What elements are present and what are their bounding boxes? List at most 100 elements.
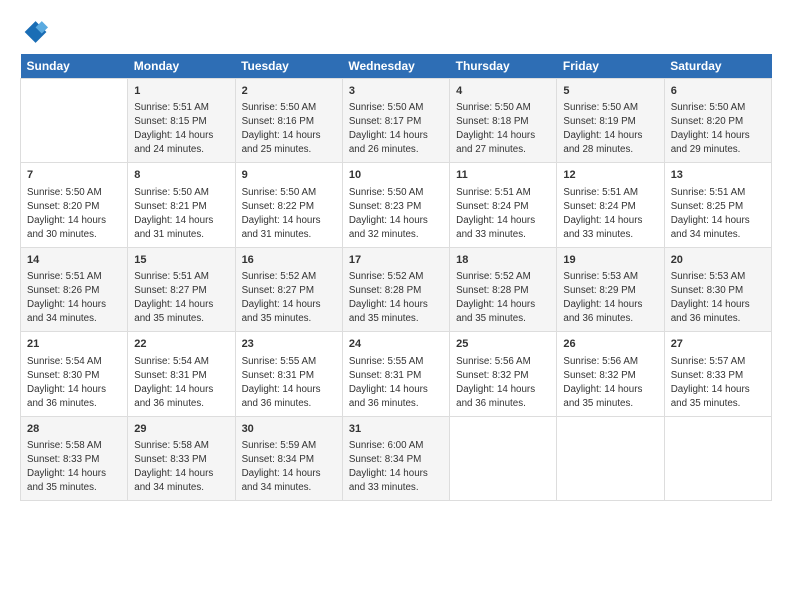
day-info: Sunrise: 5:51 AM Sunset: 8:27 PM Dayligh… bbox=[134, 271, 213, 324]
calendar-header: SundayMondayTuesdayWednesdayThursdayFrid… bbox=[21, 54, 772, 79]
day-number: 4 bbox=[456, 84, 550, 99]
day-number: 25 bbox=[456, 337, 550, 352]
calendar-cell: 31Sunrise: 6:00 AM Sunset: 8:34 PM Dayli… bbox=[342, 416, 449, 500]
calendar-cell: 30Sunrise: 5:59 AM Sunset: 8:34 PM Dayli… bbox=[235, 416, 342, 500]
day-info: Sunrise: 5:51 AM Sunset: 8:15 PM Dayligh… bbox=[134, 102, 213, 155]
calendar-cell: 3 Sunrise: 5:50 AM Sunset: 8:17 PM Daylig… bbox=[342, 79, 449, 163]
day-info: Sunrise: 5:50 AM Sunset: 8:22 PM Dayligh… bbox=[242, 187, 321, 240]
calendar-cell: 8Sunrise: 5:50 AM Sunset: 8:21 PM Daylig… bbox=[128, 163, 235, 247]
page: SundayMondayTuesdayWednesdayThursdayFrid… bbox=[0, 0, 792, 612]
logo-icon bbox=[20, 18, 48, 46]
weekday-header-wednesday: Wednesday bbox=[342, 54, 449, 79]
day-info: Sunrise: 5:53 AM Sunset: 8:29 PM Dayligh… bbox=[563, 271, 642, 324]
day-number: 11 bbox=[456, 168, 550, 183]
day-info: Sunrise: 5:51 AM Sunset: 8:26 PM Dayligh… bbox=[27, 271, 106, 324]
day-number: 3 bbox=[349, 84, 443, 99]
calendar-cell: 11 Sunrise: 5:51 AM Sunset: 8:24 PM Dayli… bbox=[450, 163, 557, 247]
day-number: 14 bbox=[27, 253, 121, 268]
calendar-cell: 21 Sunrise: 5:54 AM Sunset: 8:30 PM Dayli… bbox=[21, 332, 128, 416]
day-info: Sunrise: 5:54 AM Sunset: 8:30 PM Dayligh… bbox=[27, 356, 106, 409]
day-number: 20 bbox=[671, 253, 765, 268]
day-number: 16 bbox=[242, 253, 336, 268]
day-info: Sunrise: 5:51 AM Sunset: 8:24 PM Dayligh… bbox=[456, 187, 535, 240]
logo bbox=[20, 18, 52, 46]
day-info: Sunrise: 5:52 AM Sunset: 8:27 PM Dayligh… bbox=[242, 271, 321, 324]
day-info: Sunrise: 5:56 AM Sunset: 8:32 PM Dayligh… bbox=[456, 356, 535, 409]
day-number: 29 bbox=[134, 422, 228, 437]
day-number: 7 bbox=[27, 168, 121, 183]
day-number: 23 bbox=[242, 337, 336, 352]
calendar-cell: 14 Sunrise: 5:51 AM Sunset: 8:26 PM Dayli… bbox=[21, 247, 128, 331]
day-number: 17 bbox=[349, 253, 443, 268]
day-number: 9 bbox=[242, 168, 336, 183]
weekday-header-thursday: Thursday bbox=[450, 54, 557, 79]
day-info: Sunrise: 5:52 AM Sunset: 8:28 PM Dayligh… bbox=[456, 271, 535, 324]
calendar-week-5: 28 Sunrise: 5:58 AM Sunset: 8:33 PM Dayli… bbox=[21, 416, 772, 500]
header bbox=[20, 18, 772, 46]
day-number: 27 bbox=[671, 337, 765, 352]
day-number: 22 bbox=[134, 337, 228, 352]
calendar-cell: 10 Sunrise: 5:50 AM Sunset: 8:23 PM Dayli… bbox=[342, 163, 449, 247]
calendar-cell: 16 Sunrise: 5:52 AM Sunset: 8:27 PM Dayli… bbox=[235, 247, 342, 331]
day-info: Sunrise: 5:50 AM Sunset: 8:20 PM Dayligh… bbox=[27, 187, 106, 240]
day-info: Sunrise: 5:50 AM Sunset: 8:16 PM Dayligh… bbox=[242, 102, 321, 155]
calendar-cell: 26Sunrise: 5:56 AM Sunset: 8:32 PM Dayli… bbox=[557, 332, 664, 416]
day-info: Sunrise: 5:50 AM Sunset: 8:18 PM Dayligh… bbox=[456, 102, 535, 155]
weekday-header-saturday: Saturday bbox=[664, 54, 771, 79]
weekday-header-sunday: Sunday bbox=[21, 54, 128, 79]
calendar-cell: 7 Sunrise: 5:50 AM Sunset: 8:20 PM Daylig… bbox=[21, 163, 128, 247]
day-number: 15 bbox=[134, 253, 228, 268]
day-info: Sunrise: 5:54 AM Sunset: 8:31 PM Dayligh… bbox=[134, 356, 213, 409]
calendar-cell: 24Sunrise: 5:55 AM Sunset: 8:31 PM Dayli… bbox=[342, 332, 449, 416]
calendar-cell: 15 Sunrise: 5:51 AM Sunset: 8:27 PM Dayli… bbox=[128, 247, 235, 331]
day-number: 18 bbox=[456, 253, 550, 268]
day-number: 26 bbox=[563, 337, 657, 352]
day-number: 31 bbox=[349, 422, 443, 437]
day-info: Sunrise: 5:51 AM Sunset: 8:24 PM Dayligh… bbox=[563, 187, 642, 240]
day-number: 6 bbox=[671, 84, 765, 99]
day-info: Sunrise: 5:55 AM Sunset: 8:31 PM Dayligh… bbox=[349, 356, 428, 409]
calendar-body: 1Sunrise: 5:51 AM Sunset: 8:15 PM Daylig… bbox=[21, 79, 772, 501]
weekday-header-row: SundayMondayTuesdayWednesdayThursdayFrid… bbox=[21, 54, 772, 79]
day-number: 28 bbox=[27, 422, 121, 437]
calendar-cell bbox=[450, 416, 557, 500]
day-info: Sunrise: 5:50 AM Sunset: 8:17 PM Dayligh… bbox=[349, 102, 428, 155]
calendar-cell: 29 Sunrise: 5:58 AM Sunset: 8:33 PM Dayli… bbox=[128, 416, 235, 500]
day-info: Sunrise: 5:58 AM Sunset: 8:33 PM Dayligh… bbox=[134, 440, 213, 493]
calendar-cell: 2 Sunrise: 5:50 AM Sunset: 8:16 PM Daylig… bbox=[235, 79, 342, 163]
day-number: 8 bbox=[134, 168, 228, 183]
day-info: Sunrise: 5:58 AM Sunset: 8:33 PM Dayligh… bbox=[27, 440, 106, 493]
calendar-cell: 28 Sunrise: 5:58 AM Sunset: 8:33 PM Dayli… bbox=[21, 416, 128, 500]
day-info: Sunrise: 5:50 AM Sunset: 8:19 PM Dayligh… bbox=[563, 102, 642, 155]
day-info: Sunrise: 5:57 AM Sunset: 8:33 PM Dayligh… bbox=[671, 356, 750, 409]
weekday-header-monday: Monday bbox=[128, 54, 235, 79]
weekday-header-tuesday: Tuesday bbox=[235, 54, 342, 79]
day-number: 5 bbox=[563, 84, 657, 99]
calendar-cell: 1Sunrise: 5:51 AM Sunset: 8:15 PM Daylig… bbox=[128, 79, 235, 163]
day-number: 10 bbox=[349, 168, 443, 183]
calendar-table: SundayMondayTuesdayWednesdayThursdayFrid… bbox=[20, 54, 772, 501]
calendar-cell: 23Sunrise: 5:55 AM Sunset: 8:31 PM Dayli… bbox=[235, 332, 342, 416]
day-number: 21 bbox=[27, 337, 121, 352]
calendar-cell: 9 Sunrise: 5:50 AM Sunset: 8:22 PM Daylig… bbox=[235, 163, 342, 247]
weekday-header-friday: Friday bbox=[557, 54, 664, 79]
day-number: 2 bbox=[242, 84, 336, 99]
day-number: 19 bbox=[563, 253, 657, 268]
calendar-cell: 18 Sunrise: 5:52 AM Sunset: 8:28 PM Dayli… bbox=[450, 247, 557, 331]
calendar-week-3: 14 Sunrise: 5:51 AM Sunset: 8:26 PM Dayli… bbox=[21, 247, 772, 331]
calendar-week-2: 7 Sunrise: 5:50 AM Sunset: 8:20 PM Daylig… bbox=[21, 163, 772, 247]
calendar-cell bbox=[557, 416, 664, 500]
calendar-week-1: 1Sunrise: 5:51 AM Sunset: 8:15 PM Daylig… bbox=[21, 79, 772, 163]
calendar-cell: 5 Sunrise: 5:50 AM Sunset: 8:19 PM Daylig… bbox=[557, 79, 664, 163]
day-info: Sunrise: 5:50 AM Sunset: 8:23 PM Dayligh… bbox=[349, 187, 428, 240]
calendar-cell bbox=[21, 79, 128, 163]
calendar-cell: 19 Sunrise: 5:53 AM Sunset: 8:29 PM Dayli… bbox=[557, 247, 664, 331]
calendar-cell: 13Sunrise: 5:51 AM Sunset: 8:25 PM Dayli… bbox=[664, 163, 771, 247]
calendar-cell: 4 Sunrise: 5:50 AM Sunset: 8:18 PM Daylig… bbox=[450, 79, 557, 163]
day-info: Sunrise: 5:52 AM Sunset: 8:28 PM Dayligh… bbox=[349, 271, 428, 324]
day-number: 13 bbox=[671, 168, 765, 183]
day-info: Sunrise: 5:53 AM Sunset: 8:30 PM Dayligh… bbox=[671, 271, 750, 324]
calendar-cell: 12Sunrise: 5:51 AM Sunset: 8:24 PM Dayli… bbox=[557, 163, 664, 247]
day-info: Sunrise: 5:50 AM Sunset: 8:20 PM Dayligh… bbox=[671, 102, 750, 155]
calendar-cell: 25 Sunrise: 5:56 AM Sunset: 8:32 PM Dayli… bbox=[450, 332, 557, 416]
